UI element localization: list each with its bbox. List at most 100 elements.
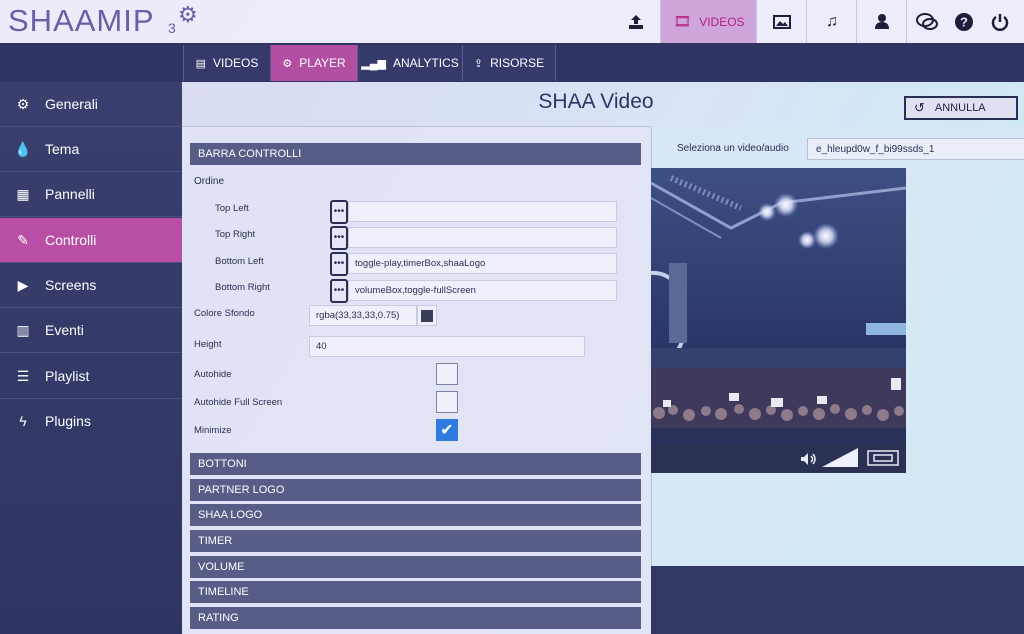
power-button[interactable]: [982, 0, 1018, 43]
brand-logo: SHAAMIP: [8, 3, 155, 38]
check-icon: ✔: [440, 422, 454, 439]
tab-analytics[interactable]: ▂▄▆ ANALYTICS: [357, 45, 462, 81]
bottom-left-label: Bottom Left: [215, 256, 264, 267]
sidebar-item-label: Plugins: [45, 413, 91, 429]
volume-icon[interactable]: [801, 453, 817, 465]
pencil-icon: ✎: [17, 231, 29, 248]
brand-version: 3: [168, 20, 176, 36]
background-color-field[interactable]: rgba(33,33,33,0.75): [309, 305, 417, 326]
preview-footer: [651, 566, 1024, 634]
autohide-fullscreen-label: Autohide Full Screen: [194, 397, 283, 408]
top-left-label: Top Left: [215, 203, 249, 214]
image-icon: [773, 14, 791, 29]
music-button[interactable]: ♫: [806, 0, 857, 43]
autohide-checkbox[interactable]: [436, 363, 458, 385]
top-right-field[interactable]: [348, 227, 617, 248]
tab-videos[interactable]: ▤ VIDEOS: [183, 45, 270, 81]
list-icon: ☰: [16, 367, 30, 384]
sidebar-item-label: Playlist: [45, 368, 90, 384]
gears-icon: ⚙: [282, 57, 293, 70]
sidebar-item-controlli[interactable]: ✎ Controlli: [0, 218, 182, 263]
top-left-picker-button[interactable]: •••: [330, 200, 348, 224]
bottom-left-picker-button[interactable]: •••: [330, 252, 348, 276]
bar-chart-icon: ▥: [16, 321, 30, 338]
height-label: Height: [194, 339, 222, 350]
cancel-button[interactable]: ↺ ANNULLA: [904, 96, 1018, 120]
sidebar-item-pannelli[interactable]: ▦ Pannelli: [0, 172, 182, 217]
tab-label: ANALYTICS: [392, 56, 459, 70]
top-right-picker-button[interactable]: •••: [330, 226, 348, 250]
sidebar-item-label: Screens: [45, 277, 97, 293]
film-icon: 🎞: [673, 13, 692, 29]
upload-button[interactable]: [612, 0, 660, 43]
section-barra-controlli[interactable]: BARRA CONTROLLI: [190, 143, 641, 165]
play-square-icon: ▶: [17, 276, 29, 293]
section-bottoni[interactable]: BOTTONI: [190, 453, 641, 475]
section-volume[interactable]: VOLUME: [190, 556, 641, 578]
sidebar-item-tema[interactable]: 💧 Tema: [0, 127, 182, 172]
videos-button[interactable]: 🎞 VIDEOS: [660, 0, 757, 43]
grid-icon: ▦: [16, 185, 30, 202]
fullscreen-icon[interactable]: [867, 450, 899, 466]
power-icon: [991, 13, 1009, 31]
sidebar-item-label: Eventi: [45, 322, 84, 338]
section-shaa-logo[interactable]: SHAA LOGO: [190, 504, 641, 526]
bottom-left-field[interactable]: toggle-play,timerBox,shaaLogo: [348, 253, 617, 274]
drop-icon: 💧: [14, 140, 32, 157]
top-right-label: Top Right: [215, 229, 256, 240]
user-icon: [875, 14, 889, 29]
video-control-bar: [651, 444, 906, 473]
minimize-checkbox[interactable]: ✔: [436, 419, 458, 441]
sidebar-item-label: Controlli: [45, 232, 97, 248]
bolt-icon: ϟ: [19, 413, 27, 429]
tab-label: RISORSE: [490, 56, 545, 70]
sidebar-item-plugins[interactable]: ϟ Plugins: [0, 399, 182, 443]
minimize-label: Minimize: [194, 425, 232, 436]
chat-button[interactable]: [906, 0, 947, 43]
chat-icon: [916, 12, 938, 30]
undo-icon: ↺: [914, 100, 925, 115]
autohide-label: Autohide: [194, 369, 232, 380]
bottom-right-field[interactable]: volumeBox,toggle-fullScreen: [348, 280, 617, 301]
upload-icon: [629, 14, 643, 29]
tab-label: VIDEOS: [213, 56, 259, 70]
upload-icon: ⇪: [473, 57, 484, 70]
height-field[interactable]: 40: [309, 336, 585, 357]
logo-gears-icon: ⚙: [178, 2, 198, 27]
signal-icon: ▂▄▆: [361, 57, 386, 70]
tab-risorse[interactable]: ⇪ RISORSE: [462, 45, 556, 81]
cancel-button-label: ANNULLA: [934, 102, 986, 114]
cogs-icon: ⚙: [16, 95, 30, 112]
film-icon: ▤: [195, 57, 207, 70]
autohide-fullscreen-checkbox[interactable]: [436, 391, 458, 413]
music-icon: ♫: [826, 12, 838, 30]
volume-slider[interactable]: [822, 448, 858, 467]
top-left-field[interactable]: [348, 201, 617, 222]
svg-text:?: ?: [960, 14, 968, 29]
order-label: Ordine: [194, 176, 225, 187]
bottom-right-picker-button[interactable]: •••: [330, 279, 348, 303]
sidebar-item-playlist[interactable]: ☰ Playlist: [0, 354, 182, 399]
sidebar-item-screens[interactable]: ▶ Screens: [0, 263, 182, 308]
user-button[interactable]: [856, 0, 907, 43]
tab-player[interactable]: ⚙ PLAYER: [270, 45, 357, 81]
select-video-label: Seleziona un video/audio: [677, 143, 789, 154]
color-swatch: [421, 309, 433, 322]
section-partner-logo[interactable]: PARTNER LOGO: [190, 479, 641, 501]
videos-button-label: VIDEOS: [699, 14, 745, 29]
video-preview[interactable]: [651, 168, 906, 473]
help-button[interactable]: ?: [946, 0, 982, 43]
app-root: SHAAMIP ⚙ 3 🎞 VIDEOS ♫ ? ▤ VIDEOS ⚙ PLAY…: [0, 0, 1024, 634]
sidebar-item-eventi[interactable]: ▥ Eventi: [0, 308, 182, 353]
select-video-field[interactable]: e_hleupd0w_f_bi99ssds_1: [807, 138, 1024, 160]
section-timer[interactable]: TIMER: [190, 530, 641, 552]
section-rating[interactable]: RATING: [190, 607, 641, 629]
section-timeline[interactable]: TIMELINE: [190, 581, 641, 603]
bottom-right-label: Bottom Right: [215, 282, 270, 293]
sidebar-item-label: Pannelli: [45, 186, 95, 202]
image-button[interactable]: [756, 0, 807, 43]
sidebar-item-generali[interactable]: ⚙ Generali: [0, 82, 182, 127]
video-frame-image: [651, 168, 906, 473]
sidebar-item-label: Generali: [45, 96, 98, 112]
background-color-picker[interactable]: [417, 305, 437, 326]
